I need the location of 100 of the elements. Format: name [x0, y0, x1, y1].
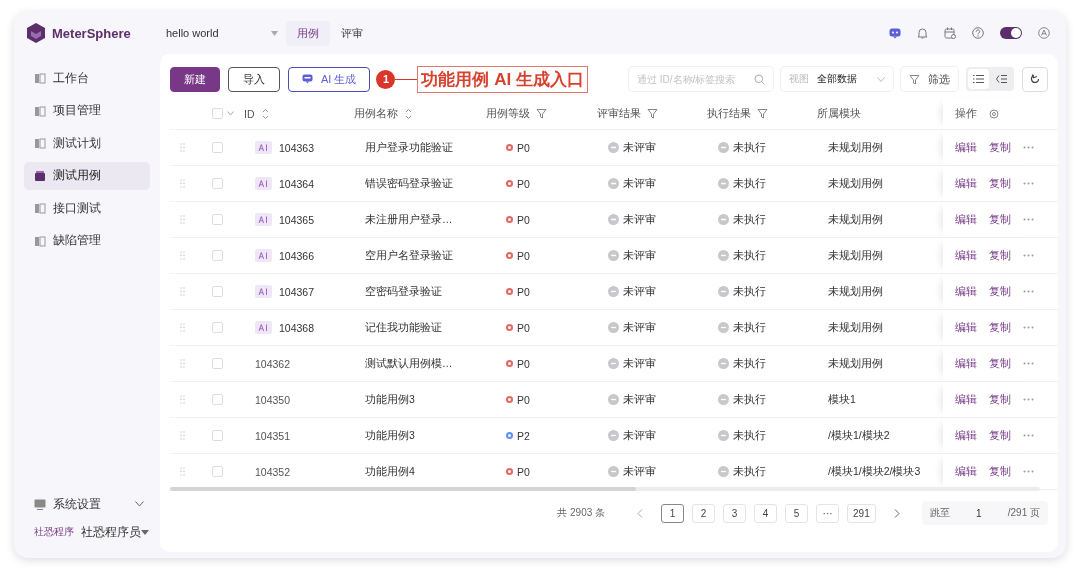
- project-select[interactable]: hello world: [166, 27, 278, 39]
- table-cell: P0: [517, 213, 530, 226]
- table-cell: 未评审: [623, 392, 656, 407]
- table-cell: P0: [517, 285, 530, 298]
- table-cell: 未评审: [623, 320, 656, 335]
- filter-button[interactable]: 筛选: [901, 67, 958, 91]
- action-link[interactable]: 编辑: [955, 284, 977, 299]
- action-link[interactable]: 编辑: [955, 356, 977, 371]
- case-id[interactable]: 104352: [255, 465, 291, 478]
- table-cell: 模块1: [828, 392, 856, 407]
- column-header: 执行结果: [707, 106, 751, 121]
- table-cell: 未规划用例: [828, 320, 883, 335]
- settings-menu[interactable]: 系统设置: [53, 496, 101, 512]
- sidebar-item[interactable]: 缺陷管理: [24, 226, 150, 255]
- table-cell: 未评审: [623, 212, 656, 227]
- action-link[interactable]: 编辑: [955, 212, 977, 227]
- case-id[interactable]: 104368: [279, 321, 315, 334]
- action-link[interactable]: 复制: [989, 248, 1011, 263]
- user-name[interactable]: 社恐程序员: [81, 524, 141, 540]
- new-button[interactable]: 新建: [170, 66, 220, 92]
- table-cell: P0: [517, 465, 530, 478]
- column-header: 评审结果: [597, 106, 641, 121]
- sidebar-item[interactable]: 项目管理: [24, 96, 150, 125]
- column-header: 用例名称: [354, 106, 398, 121]
- action-link[interactable]: 编辑: [955, 140, 977, 155]
- page-button[interactable]: 5: [785, 503, 809, 523]
- column-header: ID: [244, 107, 255, 120]
- table-cell: P0: [517, 393, 530, 406]
- action-link[interactable]: 复制: [989, 176, 1011, 191]
- page-button[interactable]: ···: [816, 503, 840, 523]
- step-badge: 1: [376, 69, 396, 89]
- table-cell: 功能用例3: [365, 428, 415, 443]
- nav-tab[interactable]: 用例: [286, 20, 330, 46]
- sidebar-item[interactable]: 测试计划: [24, 129, 150, 157]
- ai-generate-button[interactable]: AI 生成: [288, 66, 371, 92]
- table-cell: 未执行: [733, 140, 766, 155]
- table-cell: 用户登录功能验证: [365, 140, 453, 155]
- table-cell: 未规划用例: [828, 176, 883, 191]
- page-button[interactable]: 3: [723, 503, 747, 523]
- case-id[interactable]: 104350: [255, 393, 291, 406]
- table-cell: 未评审: [623, 140, 656, 155]
- action-link[interactable]: 复制: [989, 356, 1011, 371]
- page-button[interactable]: 291: [847, 503, 876, 523]
- page-button[interactable]: 1: [661, 503, 685, 523]
- table-cell: 空密码登录验证: [365, 284, 442, 299]
- table-cell: 未规划用例: [828, 284, 883, 299]
- table-cell: P0: [517, 141, 530, 154]
- page-button[interactable]: 2: [692, 503, 716, 523]
- case-id[interactable]: 104366: [279, 249, 315, 262]
- action-link[interactable]: 复制: [989, 392, 1011, 407]
- action-link[interactable]: 复制: [989, 320, 1011, 335]
- action-link[interactable]: 编辑: [955, 320, 977, 335]
- action-link[interactable]: 复制: [989, 140, 1011, 155]
- table-cell: P2: [517, 429, 530, 442]
- table-cell: /模块1/模块2/模块3: [828, 464, 921, 479]
- table-cell: 未注册用户登录…: [365, 212, 453, 227]
- table-cell: P0: [517, 177, 530, 190]
- case-id[interactable]: 104364: [279, 177, 315, 190]
- avatar-label: 社恐程序: [34, 525, 74, 539]
- table-cell: 未评审: [623, 176, 656, 191]
- table-cell: 未执行: [733, 428, 766, 443]
- table-cell: 未评审: [623, 284, 656, 299]
- table-cell: 功能用例3: [365, 392, 415, 407]
- table-cell: P0: [517, 249, 530, 262]
- table-cell: 未评审: [623, 428, 656, 443]
- action-link[interactable]: 复制: [989, 212, 1011, 227]
- table-cell: P0: [517, 321, 530, 334]
- table-cell: 未执行: [733, 248, 766, 263]
- action-link[interactable]: 编辑: [955, 464, 977, 479]
- page-button[interactable]: 4: [754, 503, 778, 523]
- table-cell: 测试默认用例模…: [365, 356, 453, 371]
- import-button[interactable]: 导入: [228, 66, 280, 92]
- case-id[interactable]: 104351: [255, 429, 291, 442]
- table-cell: 未执行: [733, 212, 766, 227]
- nav-tab[interactable]: 评审: [330, 20, 374, 46]
- sidebar-item[interactable]: 工作台: [24, 64, 150, 92]
- table-cell: 未规划用例: [828, 212, 883, 227]
- case-id[interactable]: 104367: [279, 285, 315, 298]
- action-link[interactable]: 编辑: [955, 392, 977, 407]
- action-link[interactable]: 复制: [989, 428, 1011, 443]
- sidebar-item[interactable]: 接口测试: [24, 194, 150, 222]
- table-cell: 未执行: [733, 284, 766, 299]
- table-cell: 未评审: [623, 356, 656, 371]
- action-link[interactable]: 复制: [989, 464, 1011, 479]
- case-id[interactable]: 104363: [279, 141, 315, 154]
- table-cell: 未评审: [623, 464, 656, 479]
- sidebar-item[interactable]: 测试用例: [24, 161, 150, 190]
- jump-label: 跳至: [929, 506, 950, 520]
- table-cell: 未规划用例: [828, 248, 883, 263]
- action-link[interactable]: 编辑: [955, 176, 977, 191]
- case-id[interactable]: 104362: [255, 357, 291, 370]
- action-link[interactable]: 编辑: [955, 248, 977, 263]
- view-select[interactable]: 视图 全部数据: [781, 67, 893, 91]
- table-cell: 记住我功能验证: [365, 320, 442, 335]
- action-link[interactable]: 复制: [989, 284, 1011, 299]
- case-id[interactable]: 104365: [279, 213, 315, 226]
- table-cell: 未规划用例: [828, 356, 883, 371]
- table-cell: 功能用例4: [365, 464, 415, 479]
- action-link[interactable]: 编辑: [955, 428, 977, 443]
- page-count: /291 页: [1007, 506, 1040, 520]
